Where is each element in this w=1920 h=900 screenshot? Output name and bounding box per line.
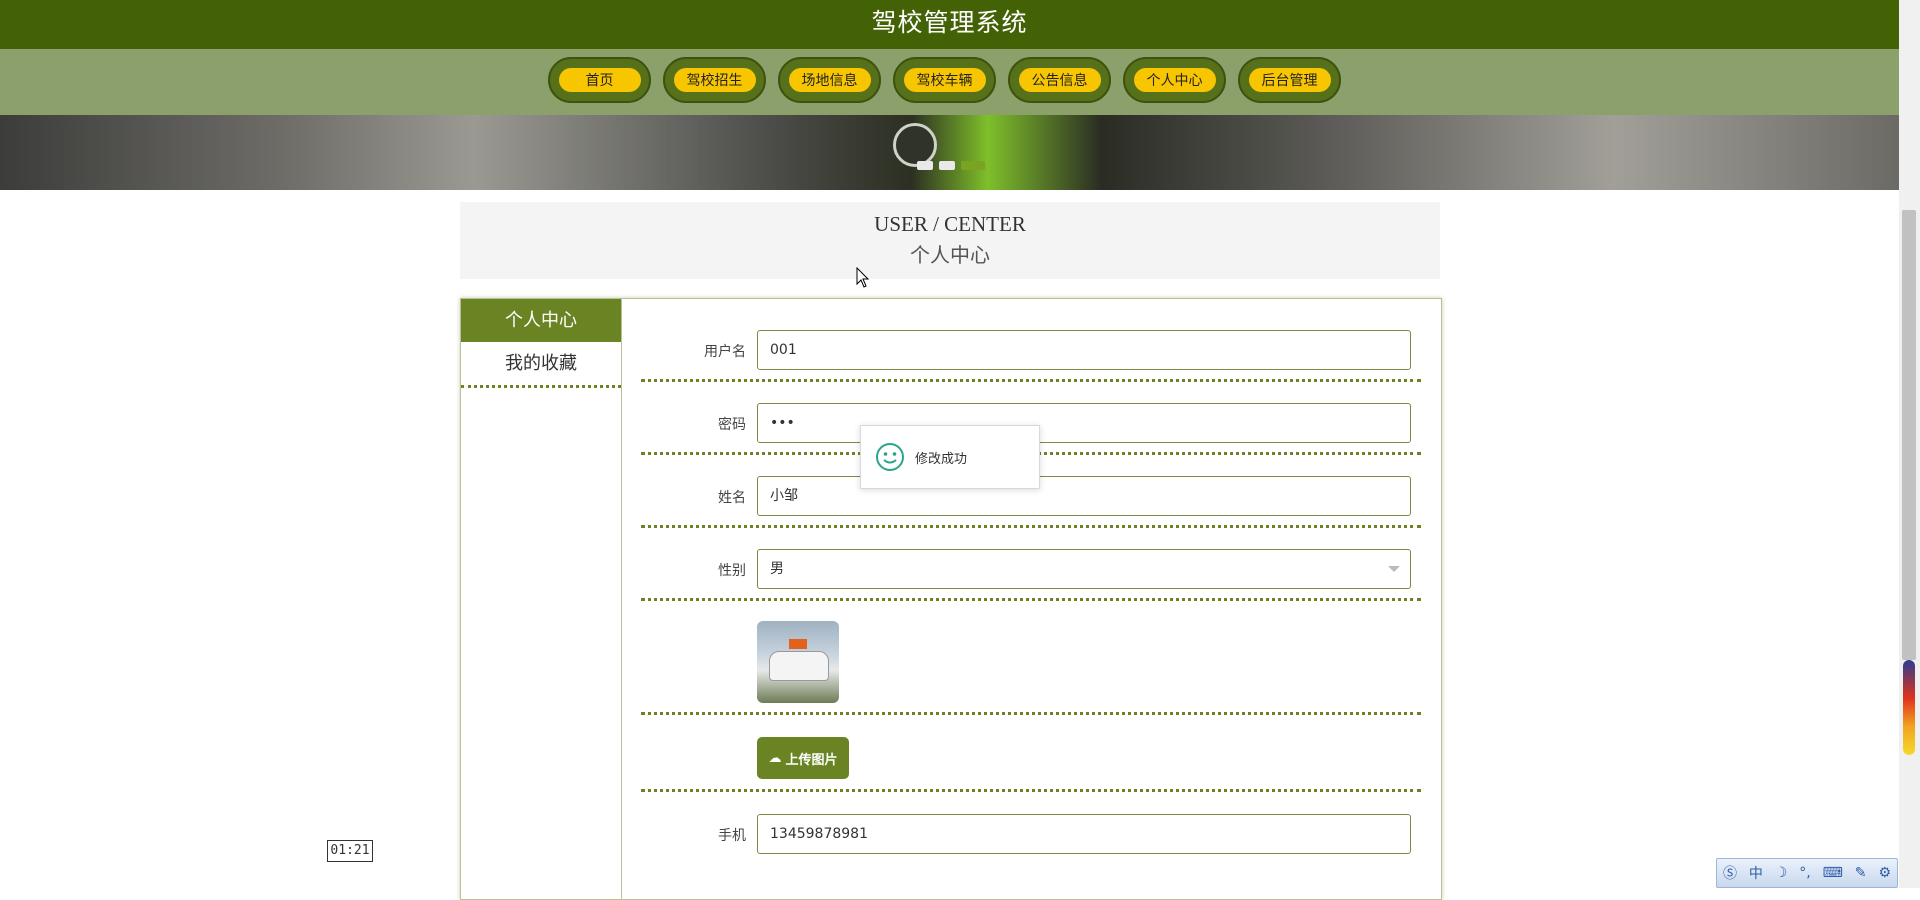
- name-label: 姓名: [718, 490, 746, 506]
- nav-label: 公告信息: [1018, 68, 1101, 92]
- phone-label: 手机: [718, 828, 746, 844]
- nav-item-venue[interactable]: 场地信息: [778, 57, 881, 103]
- gender-label: 性别: [718, 563, 746, 579]
- scrollbar-thumb[interactable]: [1902, 210, 1916, 660]
- nav-label: 首页: [558, 68, 641, 92]
- nav-item-enrollment[interactable]: 驾校招生: [663, 57, 766, 103]
- hero-banner: [0, 115, 1899, 190]
- ime-keyboard-icon[interactable]: ⌨: [1823, 865, 1843, 881]
- name-input[interactable]: 小邹: [757, 476, 1411, 516]
- nav-label: 驾校招生: [673, 68, 756, 92]
- section-title-cn: 个人中心: [910, 243, 990, 267]
- nav-item-user-center[interactable]: 个人中心: [1123, 57, 1226, 103]
- taxi-sign: [789, 639, 807, 649]
- page-scrollbar[interactable]: [1899, 0, 1920, 888]
- nav-label: 后台管理: [1248, 68, 1331, 92]
- user-center-panel: 个人中心 我的收藏 用户名 001 密码 ••• 姓名 小邹 性别 男 ☁ 上传…: [460, 298, 1442, 900]
- nav-label: 驾校车辆: [903, 68, 986, 92]
- scroll-indicator-gradient: [1903, 660, 1915, 755]
- avatar-image: [757, 621, 839, 703]
- sidebar: 个人中心 我的收藏: [461, 299, 622, 899]
- ime-logo-icon[interactable]: Ⓢ: [1723, 863, 1737, 883]
- form-row-username: 用户名 001: [641, 299, 1421, 382]
- sidebar-item-favorites[interactable]: 我的收藏: [461, 342, 621, 388]
- form-row-phone: 手机 13459878981: [641, 792, 1421, 876]
- password-label: 密码: [718, 417, 746, 433]
- top-header: 驾校管理系统: [0, 0, 1899, 49]
- site-title: 驾校管理系统: [871, 8, 1028, 37]
- username-label: 用户名: [704, 344, 746, 360]
- toast-message: 修改成功: [915, 451, 968, 467]
- section-title-en: USER / CENTER: [874, 212, 1026, 236]
- carousel-dot-active[interactable]: [961, 161, 985, 170]
- cloud-upload-icon: ☁: [768, 750, 782, 766]
- gender-select[interactable]: 男: [757, 549, 1411, 589]
- mouse-cursor-icon: [856, 267, 870, 288]
- nav-bar: 首页 驾校招生 场地信息 驾校车辆 公告信息 个人中心 后台管理: [0, 49, 1899, 115]
- car-graphic: [769, 651, 829, 681]
- form-row-upload: ☁ 上传图片: [641, 715, 1421, 792]
- carousel-dot[interactable]: [917, 161, 933, 170]
- form-row-avatar: [641, 601, 1421, 715]
- main-nav: 首页 驾校招生 场地信息 驾校车辆 公告信息 个人中心 后台管理: [548, 57, 1341, 107]
- form-row-gender: 性别 男: [641, 528, 1421, 601]
- upload-image-button[interactable]: ☁ 上传图片: [757, 737, 849, 779]
- chevron-down-icon: [1388, 566, 1400, 572]
- upload-button-label: 上传图片: [785, 752, 838, 768]
- nav-label: 场地信息: [788, 68, 871, 92]
- smile-icon: [876, 443, 904, 471]
- ime-skin-icon[interactable]: ✎: [1855, 865, 1867, 881]
- nav-item-vehicles[interactable]: 驾校车辆: [893, 57, 996, 103]
- username-input[interactable]: 001: [757, 330, 1411, 370]
- carousel-dot[interactable]: [939, 161, 955, 170]
- nav-label: 个人中心: [1133, 68, 1216, 92]
- carousel-indicators: [917, 161, 985, 170]
- nav-item-announcements[interactable]: 公告信息: [1008, 57, 1111, 103]
- success-toast: 修改成功: [860, 425, 1040, 489]
- profile-form: 用户名 001 密码 ••• 姓名 小邹 性别 男 ☁ 上传图片 手机 1345…: [641, 299, 1421, 876]
- password-input[interactable]: •••: [757, 403, 1411, 443]
- nav-item-admin[interactable]: 后台管理: [1238, 57, 1341, 103]
- gender-value: 男: [770, 561, 784, 577]
- ime-tools-icon[interactable]: ⚙: [1878, 865, 1891, 881]
- nav-item-home[interactable]: 首页: [548, 57, 651, 103]
- ime-chinese-icon[interactable]: 中: [1749, 863, 1763, 883]
- video-timestamp: 01:21: [327, 840, 373, 862]
- phone-input[interactable]: 13459878981: [757, 814, 1411, 854]
- ime-punct-icon[interactable]: °,: [1799, 865, 1810, 881]
- ime-moon-icon[interactable]: ☽: [1775, 865, 1788, 881]
- ime-toolbar: Ⓢ 中 ☽ °, ⌨ ✎ ⚙: [1716, 858, 1898, 888]
- sidebar-item-user-center[interactable]: 个人中心: [461, 299, 621, 342]
- section-header: USER / CENTER 个人中心: [460, 202, 1440, 279]
